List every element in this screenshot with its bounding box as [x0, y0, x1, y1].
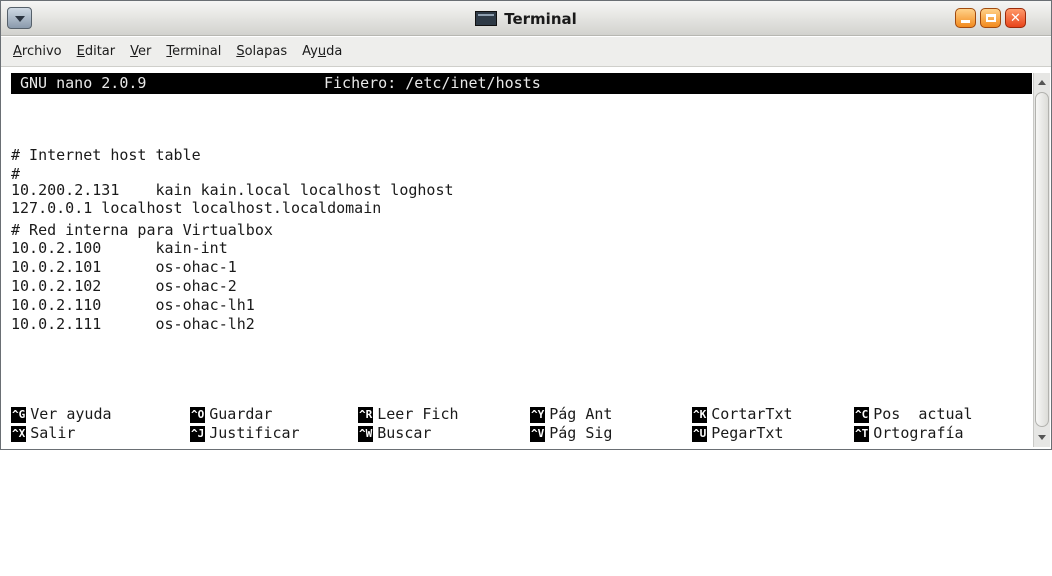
shortcut-key: ^W: [358, 426, 374, 442]
maximize-icon: [981, 9, 1000, 27]
shortcut-label: Pág Sig: [549, 424, 613, 442]
window-title: Terminal: [504, 9, 577, 28]
shortcut-exit[interactable]: ^X Salir: [11, 424, 75, 443]
title-bar[interactable]: Terminal ✕: [1, 1, 1051, 36]
scroll-down-button[interactable]: [1034, 430, 1050, 445]
shortcut-label: PegarTxt: [711, 424, 784, 442]
shortcut-label: CortarTxt: [711, 405, 793, 423]
menu-archivo[interactable]: Archivo: [13, 44, 62, 59]
shortcut-row-1: ^G Ver ayuda ^O Guardar ^R Leer Fich ^Y Pág …: [11, 405, 973, 424]
close-button[interactable]: ✕: [1005, 8, 1026, 28]
text-line[interactable]: 127.0.0.1 localhost localhost.localdomai…: [11, 199, 381, 217]
nano-version: GNU nano 2.0.9: [20, 74, 147, 92]
scroll-thumb[interactable]: [1035, 92, 1049, 427]
shortcut-prev-page[interactable]: ^Y Pág Ant: [530, 405, 612, 424]
menu-editar[interactable]: Editar: [77, 44, 116, 59]
scroll-up-button[interactable]: [1034, 75, 1050, 90]
maximize-button[interactable]: [980, 8, 1001, 28]
terminal-window: Terminal ✕ Archivo Editar Ver Terminal S…: [0, 0, 1052, 450]
shortcut-justify[interactable]: ^J Justificar: [190, 424, 300, 443]
shortcut-key: ^K: [692, 407, 708, 423]
shortcut-key: ^R: [358, 407, 374, 423]
shortcut-key: ^V: [530, 426, 546, 442]
text-line[interactable]: 10.0.2.101 os-ohac-1: [11, 258, 237, 276]
shortcut-paste[interactable]: ^U PegarTxt: [692, 424, 784, 443]
minimize-icon: [956, 9, 975, 27]
shortcut-key: ^T: [854, 426, 870, 442]
menu-terminal[interactable]: Terminal: [166, 44, 221, 59]
menu-bar: Archivo Editar Ver Terminal Solapas Ayud…: [1, 37, 1051, 67]
minimize-button[interactable]: [955, 8, 976, 28]
shortcut-next-page[interactable]: ^V Pág Sig: [530, 424, 612, 443]
shortcut-label: Pág Ant: [549, 405, 613, 423]
nano-header-bar: GNU nano 2.0.9 Fichero: /etc/inet/hosts: [11, 73, 1032, 94]
shortcut-search[interactable]: ^W Buscar: [358, 424, 431, 443]
text-line[interactable]: # Internet host table: [11, 146, 201, 164]
arrow-up-icon: [1038, 80, 1046, 85]
shortcut-key: ^G: [11, 407, 27, 423]
arrow-down-icon: [1038, 435, 1046, 440]
shortcut-key: ^J: [190, 426, 206, 442]
shortcut-row-2: ^X Salir ^J Justificar ^W Buscar ^V Pág Sig …: [11, 424, 964, 443]
text-line[interactable]: # Red interna para Virtualbox: [11, 221, 273, 239]
shortcut-key: ^U: [692, 426, 708, 442]
shortcut-label: Leer Fich: [377, 405, 459, 423]
shortcut-label: Salir: [30, 424, 76, 442]
vertical-scrollbar[interactable]: [1033, 73, 1050, 447]
text-line[interactable]: 10.0.2.111 os-ohac-lh2: [11, 315, 255, 333]
shortcut-cut[interactable]: ^K CortarTxt: [692, 405, 793, 424]
shortcut-spellcheck[interactable]: ^T Ortografía: [854, 424, 964, 443]
shortcut-key: ^C: [854, 407, 870, 423]
shortcut-position[interactable]: ^C Pos actual: [854, 405, 973, 424]
shortcut-save[interactable]: ^O Guardar: [190, 405, 272, 424]
text-line[interactable]: 10.0.2.100 kain-int: [11, 239, 228, 257]
menu-solapas[interactable]: Solapas: [236, 44, 287, 59]
nano-file-name: Fichero: /etc/inet/hosts: [324, 74, 541, 92]
close-icon: ✕: [1010, 10, 1021, 26]
shortcut-read-file[interactable]: ^R Leer Fich: [358, 405, 459, 424]
menu-ayuda[interactable]: Ayuda: [302, 44, 342, 59]
shortcut-label: Guardar: [209, 405, 273, 423]
shortcut-label: Ortografía: [873, 424, 964, 442]
shortcut-label: Ver ayuda: [30, 405, 112, 423]
terminal-icon: [475, 11, 498, 26]
text-line[interactable]: 10.0.2.102 os-ohac-2: [11, 277, 237, 295]
text-line[interactable]: 10.0.2.110 os-ohac-lh1: [11, 296, 255, 314]
shortcut-label: Pos actual: [873, 405, 973, 423]
shortcut-key: ^X: [11, 426, 27, 442]
shortcut-help[interactable]: ^G Ver ayuda: [11, 405, 112, 424]
title-container: Terminal: [1, 1, 1051, 36]
shortcut-label: Buscar: [377, 424, 432, 442]
menu-ver[interactable]: Ver: [130, 44, 151, 59]
text-line[interactable]: 10.200.2.131 kain kain.local localhost l…: [11, 181, 454, 199]
shortcut-key: ^Y: [530, 407, 546, 423]
shortcut-key: ^O: [190, 407, 206, 423]
terminal-area[interactable]: GNU nano 2.0.9 Fichero: /etc/inet/hosts …: [11, 73, 1033, 443]
shortcut-label: Justificar: [209, 424, 300, 442]
